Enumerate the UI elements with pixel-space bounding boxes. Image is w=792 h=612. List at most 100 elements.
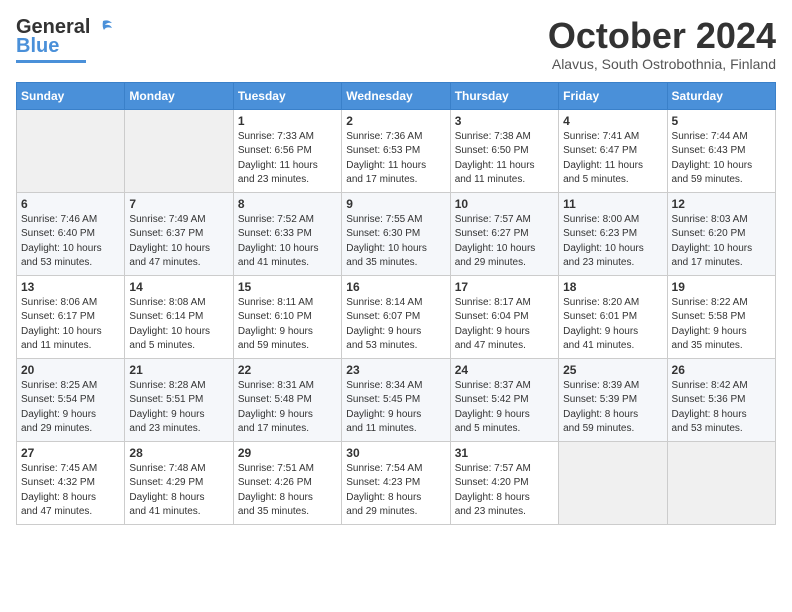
day-info: Sunrise: 8:06 AMSunset: 6:17 PMDaylight:… [21,296,120,354]
day-number: 5 [672,114,771,128]
col-thursday: Thursday [450,82,558,109]
table-row: 12 Sunrise: 8:03 AMSunset: 6:20 PMDayligh… [667,192,775,275]
day-info: Sunrise: 8:00 AMSunset: 6:23 PMDaylight:… [563,213,662,271]
day-info: Sunrise: 8:28 AMSunset: 5:51 PMDaylight:… [129,379,228,437]
calendar-week-row: 1 Sunrise: 7:33 AMSunset: 6:56 PMDaylight… [17,109,776,192]
page-header: General Blue October 2024 Alavus, South … [16,16,776,72]
table-row: 26Sunrise: 8:42 AMSunset: 5:36 PMDayligh… [667,358,775,441]
table-row: 1 Sunrise: 7:33 AMSunset: 6:56 PMDaylight… [233,109,341,192]
table-row: 21 Sunrise: 8:28 AMSunset: 5:51 PMDayligh… [125,358,233,441]
table-row: 6Sunrise: 7:46 AMSunset: 6:40 PMDaylight… [17,192,125,275]
day-number: 19 [672,280,771,294]
day-info: Sunrise: 7:33 AMSunset: 6:56 PMDaylight:… [238,130,337,188]
table-row [559,441,667,524]
table-row: 25 Sunrise: 8:39 AMSunset: 5:39 PMDayligh… [559,358,667,441]
day-number: 11 [563,197,662,211]
day-number: 6 [21,197,120,211]
calendar-header-row: Sunday Monday Tuesday Wednesday Thursday… [17,82,776,109]
table-row: 14 Sunrise: 8:08 AMSunset: 6:14 PMDayligh… [125,275,233,358]
day-number: 27 [21,446,120,460]
table-row: 30 Sunrise: 7:54 AMSunset: 4:23 PMDayligh… [342,441,450,524]
table-row: 7 Sunrise: 7:49 AMSunset: 6:37 PMDaylight… [125,192,233,275]
day-number: 7 [129,197,228,211]
table-row: 15 Sunrise: 8:11 AMSunset: 6:10 PMDayligh… [233,275,341,358]
table-row [667,441,775,524]
day-number: 23 [346,363,445,377]
day-info: Sunrise: 8:31 AMSunset: 5:48 PMDaylight:… [238,379,337,437]
day-number: 1 [238,114,337,128]
logo: General Blue [16,16,114,63]
table-row: 5Sunrise: 7:44 AMSunset: 6:43 PMDaylight… [667,109,775,192]
day-number: 17 [455,280,554,294]
table-row: 13 Sunrise: 8:06 AMSunset: 6:17 PMDayligh… [17,275,125,358]
day-info: Sunrise: 7:48 AMSunset: 4:29 PMDaylight:… [129,462,228,520]
day-info: Sunrise: 7:36 AMSunset: 6:53 PMDaylight:… [346,130,445,188]
table-row: 23Sunrise: 8:34 AMSunset: 5:45 PMDayligh… [342,358,450,441]
day-info: Sunrise: 7:49 AMSunset: 6:37 PMDaylight:… [129,213,228,271]
table-row: 18 Sunrise: 8:20 AMSunset: 6:01 PMDayligh… [559,275,667,358]
day-info: Sunrise: 8:42 AMSunset: 5:36 PMDaylight:… [672,379,771,437]
day-number: 12 [672,197,771,211]
calendar-week-row: 20 Sunrise: 8:25 AMSunset: 5:54 PMDayligh… [17,358,776,441]
logo-blue-text: Blue [16,35,59,57]
day-info: Sunrise: 8:22 AMSunset: 5:58 PMDaylight:… [672,296,771,354]
day-info: Sunrise: 7:57 AMSunset: 6:27 PMDaylight:… [455,213,554,271]
col-monday: Monday [125,82,233,109]
table-row [17,109,125,192]
day-number: 18 [563,280,662,294]
day-number: 25 [563,363,662,377]
table-row: 19 Sunrise: 8:22 AMSunset: 5:58 PMDayligh… [667,275,775,358]
day-number: 21 [129,363,228,377]
table-row: 16Sunrise: 8:14 AMSunset: 6:07 PMDayligh… [342,275,450,358]
table-row: 2 Sunrise: 7:36 AMSunset: 6:53 PMDaylight… [342,109,450,192]
table-row: 11 Sunrise: 8:00 AMSunset: 6:23 PMDayligh… [559,192,667,275]
day-number: 14 [129,280,228,294]
day-number: 9 [346,197,445,211]
col-friday: Friday [559,82,667,109]
month-title: October 2024 [548,16,776,56]
table-row: 17 Sunrise: 8:17 AMSunset: 6:04 PMDayligh… [450,275,558,358]
table-row: 29 Sunrise: 7:51 AMSunset: 4:26 PMDayligh… [233,441,341,524]
col-wednesday: Wednesday [342,82,450,109]
day-number: 22 [238,363,337,377]
location-subtitle: Alavus, South Ostrobothnia, Finland [548,56,776,72]
day-info: Sunrise: 8:37 AMSunset: 5:42 PMDaylight:… [455,379,554,437]
day-number: 29 [238,446,337,460]
table-row: 8Sunrise: 7:52 AMSunset: 6:33 PMDaylight… [233,192,341,275]
table-row: 22 Sunrise: 8:31 AMSunset: 5:48 PMDayligh… [233,358,341,441]
day-number: 15 [238,280,337,294]
table-row: 10 Sunrise: 7:57 AMSunset: 6:27 PMDayligh… [450,192,558,275]
day-info: Sunrise: 7:51 AMSunset: 4:26 PMDaylight:… [238,462,337,520]
day-info: Sunrise: 7:38 AMSunset: 6:50 PMDaylight:… [455,130,554,188]
day-info: Sunrise: 7:54 AMSunset: 4:23 PMDaylight:… [346,462,445,520]
title-section: October 2024 Alavus, South Ostrobothnia,… [548,16,776,72]
table-row: 9Sunrise: 7:55 AMSunset: 6:30 PMDaylight… [342,192,450,275]
day-number: 13 [21,280,120,294]
day-info: Sunrise: 8:03 AMSunset: 6:20 PMDaylight:… [672,213,771,271]
day-number: 3 [455,114,554,128]
col-sunday: Sunday [17,82,125,109]
day-number: 30 [346,446,445,460]
calendar-week-row: 6Sunrise: 7:46 AMSunset: 6:40 PMDaylight… [17,192,776,275]
day-info: Sunrise: 7:41 AMSunset: 6:47 PMDaylight:… [563,130,662,188]
day-number: 28 [129,446,228,460]
day-number: 24 [455,363,554,377]
day-info: Sunrise: 8:08 AMSunset: 6:14 PMDaylight:… [129,296,228,354]
day-info: Sunrise: 8:25 AMSunset: 5:54 PMDaylight:… [21,379,120,437]
day-info: Sunrise: 8:11 AMSunset: 6:10 PMDaylight:… [238,296,337,354]
day-info: Sunrise: 7:45 AMSunset: 4:32 PMDaylight:… [21,462,120,520]
day-info: Sunrise: 8:17 AMSunset: 6:04 PMDaylight:… [455,296,554,354]
table-row: 27 Sunrise: 7:45 AMSunset: 4:32 PMDayligh… [17,441,125,524]
day-number: 4 [563,114,662,128]
day-info: Sunrise: 7:57 AMSunset: 4:20 PMDaylight:… [455,462,554,520]
table-row: 24 Sunrise: 8:37 AMSunset: 5:42 PMDayligh… [450,358,558,441]
table-row: 3 Sunrise: 7:38 AMSunset: 6:50 PMDaylight… [450,109,558,192]
day-info: Sunrise: 8:20 AMSunset: 6:01 PMDaylight:… [563,296,662,354]
day-number: 10 [455,197,554,211]
table-row: 4 Sunrise: 7:41 AMSunset: 6:47 PMDaylight… [559,109,667,192]
day-info: Sunrise: 8:39 AMSunset: 5:39 PMDaylight:… [563,379,662,437]
day-number: 8 [238,197,337,211]
day-number: 20 [21,363,120,377]
day-number: 2 [346,114,445,128]
calendar-table: Sunday Monday Tuesday Wednesday Thursday… [16,82,776,525]
